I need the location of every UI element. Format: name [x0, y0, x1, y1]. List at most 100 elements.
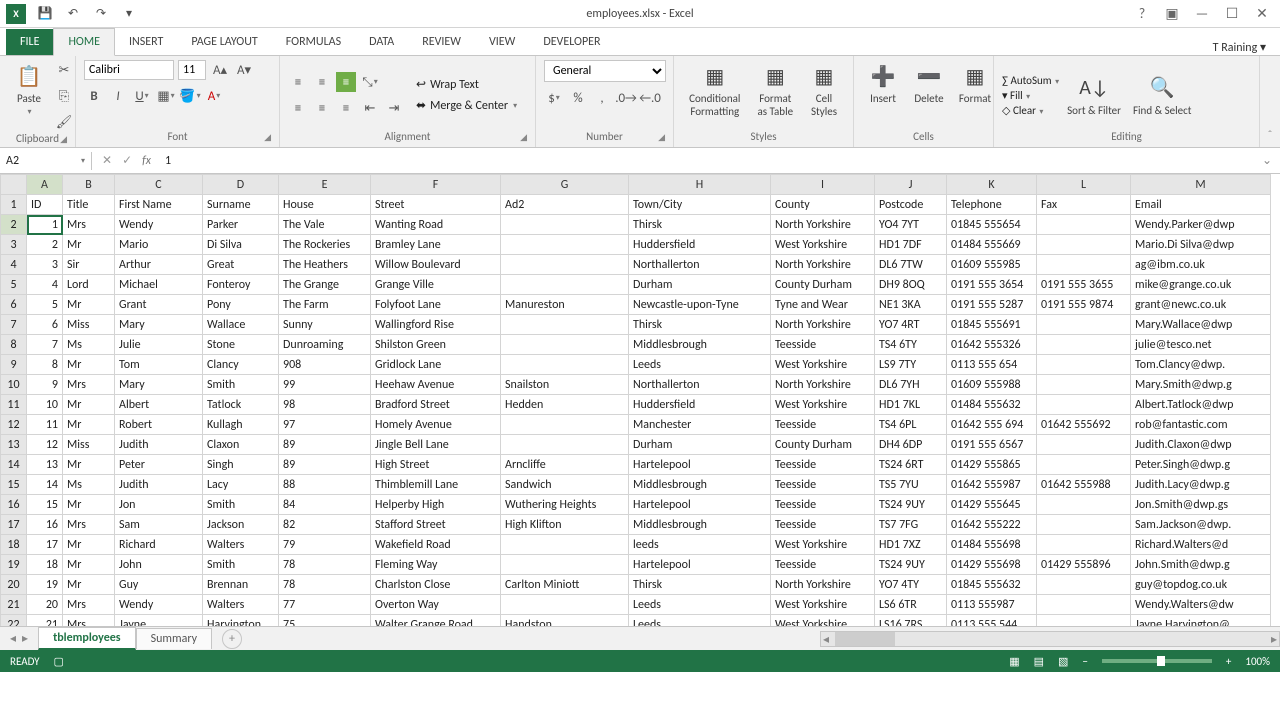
- new-sheet-button[interactable]: +: [222, 629, 242, 649]
- redo-icon[interactable]: ↷: [92, 5, 110, 23]
- cell[interactable]: Albert.Tatlock@dwp: [1131, 395, 1271, 415]
- cell[interactable]: Judith: [115, 475, 203, 495]
- cell[interactable]: 0191 555 9874: [1037, 295, 1131, 315]
- view-page-layout-icon[interactable]: ▤: [1034, 655, 1044, 668]
- col-header[interactable]: L: [1037, 175, 1131, 195]
- cell[interactable]: Teesside: [771, 495, 875, 515]
- cell[interactable]: Mr: [63, 355, 115, 375]
- cell[interactable]: [501, 275, 629, 295]
- clear-button[interactable]: ◇ Clear ▾: [1002, 104, 1059, 117]
- row-header[interactable]: 1: [1, 195, 27, 215]
- cell[interactable]: TS4 6PL: [875, 415, 947, 435]
- row-header[interactable]: 17: [1, 515, 27, 535]
- accounting-icon[interactable]: $▾: [544, 88, 564, 108]
- cell[interactable]: Harvington: [203, 615, 279, 627]
- cell[interactable]: County: [771, 195, 875, 215]
- cell[interactable]: Willow Boulevard: [371, 255, 501, 275]
- cell[interactable]: 19: [27, 575, 63, 595]
- cell[interactable]: Heehaw Avenue: [371, 375, 501, 395]
- cell[interactable]: 11: [27, 415, 63, 435]
- cell[interactable]: 82: [279, 515, 371, 535]
- cell[interactable]: County Durham: [771, 275, 875, 295]
- col-header[interactable]: F: [371, 175, 501, 195]
- cell[interactable]: Jon: [115, 495, 203, 515]
- row-header[interactable]: 14: [1, 455, 27, 475]
- cell[interactable]: Pony: [203, 295, 279, 315]
- comma-icon[interactable]: ,: [592, 88, 612, 108]
- cell[interactable]: DH4 6DP: [875, 435, 947, 455]
- cell[interactable]: Tom: [115, 355, 203, 375]
- cell[interactable]: guy@topdog.co.uk: [1131, 575, 1271, 595]
- row-header[interactable]: 10: [1, 375, 27, 395]
- cell[interactable]: Thirsk: [629, 215, 771, 235]
- cell[interactable]: [1037, 575, 1131, 595]
- cell[interactable]: Overton Way: [371, 595, 501, 615]
- cell[interactable]: TS7 7FG: [875, 515, 947, 535]
- cell[interactable]: Bramley Lane: [371, 235, 501, 255]
- cell[interactable]: 75: [279, 615, 371, 627]
- cell[interactable]: 18: [27, 555, 63, 575]
- cell[interactable]: 84: [279, 495, 371, 515]
- tab-page-layout[interactable]: PAGE LAYOUT: [177, 29, 271, 55]
- cell[interactable]: House: [279, 195, 371, 215]
- cell[interactable]: [501, 595, 629, 615]
- row-header[interactable]: 3: [1, 235, 27, 255]
- cell[interactable]: Arthur: [115, 255, 203, 275]
- align-right-icon[interactable]: ≡: [336, 98, 356, 118]
- cell[interactable]: 12: [27, 435, 63, 455]
- find-select-button[interactable]: 🔍Find & Select: [1129, 72, 1195, 119]
- row-header[interactable]: 20: [1, 575, 27, 595]
- cell[interactable]: Telephone: [947, 195, 1037, 215]
- cell[interactable]: julie@tesco.net: [1131, 335, 1271, 355]
- cell[interactable]: 01845 555691: [947, 315, 1037, 335]
- macro-record-icon[interactable]: ▢: [54, 655, 64, 668]
- cell[interactable]: Leeds: [629, 355, 771, 375]
- cell[interactable]: Mr: [63, 395, 115, 415]
- cell[interactable]: Sam.Jackson@dwp.: [1131, 515, 1271, 535]
- cell[interactable]: Leeds: [629, 615, 771, 627]
- wrap-text-button[interactable]: ↩ Wrap Text: [416, 77, 517, 92]
- cell[interactable]: Arncliffe: [501, 455, 629, 475]
- cell[interactable]: 0191 555 5287: [947, 295, 1037, 315]
- align-center-icon[interactable]: ≡: [312, 98, 332, 118]
- cell[interactable]: Thimblemill Lane: [371, 475, 501, 495]
- cell[interactable]: 01642 555692: [1037, 415, 1131, 435]
- cell[interactable]: 8: [27, 355, 63, 375]
- cell[interactable]: Ad2: [501, 195, 629, 215]
- cell[interactable]: The Rockeries: [279, 235, 371, 255]
- col-header[interactable]: H: [629, 175, 771, 195]
- cell[interactable]: Dunroaming: [279, 335, 371, 355]
- cell[interactable]: Mr: [63, 495, 115, 515]
- cell[interactable]: Walter Grange Road: [371, 615, 501, 627]
- cell[interactable]: Wallace: [203, 315, 279, 335]
- cell[interactable]: Wendy.Parker@dwp: [1131, 215, 1271, 235]
- cell[interactable]: 0191 555 3655: [1037, 275, 1131, 295]
- cell[interactable]: [501, 215, 629, 235]
- maximize-icon[interactable]: ☐: [1224, 6, 1240, 22]
- cell[interactable]: Jon.Smith@dwp.gs: [1131, 495, 1271, 515]
- name-box[interactable]: A2▾: [0, 152, 92, 170]
- cell[interactable]: [1037, 395, 1131, 415]
- cell[interactable]: NE1 3KA: [875, 295, 947, 315]
- sheet-tab-summary[interactable]: Summary: [136, 628, 212, 649]
- cell[interactable]: 99: [279, 375, 371, 395]
- cell[interactable]: Folyfoot Lane: [371, 295, 501, 315]
- cell[interactable]: Julie: [115, 335, 203, 355]
- row-header[interactable]: 22: [1, 615, 27, 627]
- cell[interactable]: Jackson: [203, 515, 279, 535]
- cell[interactable]: Wuthering Heights: [501, 495, 629, 515]
- cell[interactable]: West Yorkshire: [771, 595, 875, 615]
- cell[interactable]: Town/City: [629, 195, 771, 215]
- row-header[interactable]: 6: [1, 295, 27, 315]
- cell[interactable]: 6: [27, 315, 63, 335]
- close-icon[interactable]: ✕: [1254, 6, 1270, 22]
- cell[interactable]: Jayne: [115, 615, 203, 627]
- tab-review[interactable]: REVIEW: [408, 29, 475, 55]
- cell[interactable]: YO7 4RT: [875, 315, 947, 335]
- cell[interactable]: [501, 415, 629, 435]
- cell[interactable]: 78: [279, 555, 371, 575]
- cell[interactable]: [1037, 455, 1131, 475]
- cell[interactable]: Teesside: [771, 415, 875, 435]
- cell[interactable]: Richard.Walters@d: [1131, 535, 1271, 555]
- cell[interactable]: Teesside: [771, 475, 875, 495]
